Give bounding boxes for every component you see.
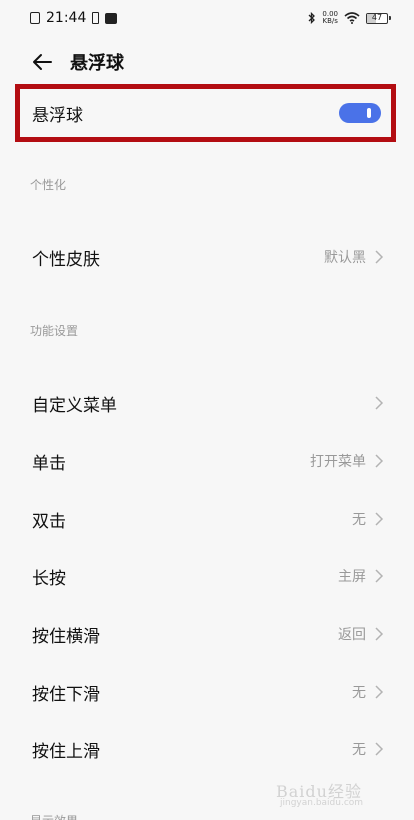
status-bar: 21:44 0.00 KB/s 47 bbox=[0, 0, 414, 36]
row-hold-swipe-horizontal-value: 返回 bbox=[338, 627, 366, 643]
toggle-knob bbox=[367, 108, 371, 118]
row-hold-swipe-down[interactable]: 按住下滑 无 bbox=[0, 669, 414, 715]
row-hold-swipe-down-value: 无 bbox=[352, 685, 366, 701]
back-arrow-icon[interactable] bbox=[30, 50, 54, 74]
page-header: 悬浮球 bbox=[0, 40, 414, 84]
row-hold-swipe-up-value: 无 bbox=[352, 742, 366, 758]
row-double-tap[interactable]: 双击 无 bbox=[0, 496, 414, 542]
watermark-sub: jingyan.baidu.com bbox=[280, 798, 364, 808]
row-skin[interactable]: 个性皮肤 默认黑 bbox=[0, 234, 414, 280]
row-long-press[interactable]: 长按 主屏 bbox=[0, 553, 414, 599]
chevron-right-icon bbox=[374, 454, 384, 468]
row-single-tap-label: 单击 bbox=[32, 453, 66, 474]
row-long-press-right: 主屏 bbox=[338, 566, 384, 586]
chevron-right-icon bbox=[374, 512, 384, 526]
status-time: 21:44 bbox=[46, 10, 87, 26]
row-double-tap-label: 双击 bbox=[32, 511, 66, 532]
float-ball-toggle-row[interactable]: 悬浮球 bbox=[15, 84, 396, 142]
row-single-tap[interactable]: 单击 打开菜单 bbox=[0, 438, 414, 484]
row-skin-label: 个性皮肤 bbox=[32, 249, 100, 270]
chevron-right-icon bbox=[374, 627, 384, 641]
row-single-tap-value: 打开菜单 bbox=[310, 454, 366, 470]
chevron-right-icon bbox=[374, 569, 384, 583]
row-custom-menu[interactable]: 自定义菜单 bbox=[0, 380, 414, 426]
row-long-press-label: 长按 bbox=[32, 568, 66, 589]
row-hold-swipe-up-label: 按住上滑 bbox=[32, 741, 100, 762]
section-title-display: 显示效果 bbox=[30, 812, 78, 820]
row-long-press-value: 主屏 bbox=[338, 569, 366, 585]
sim-icon bbox=[92, 12, 100, 24]
row-hold-swipe-down-right: 无 bbox=[352, 682, 384, 702]
row-double-tap-value: 无 bbox=[352, 512, 366, 528]
mail-icon bbox=[105, 12, 118, 24]
row-single-tap-right: 打开菜单 bbox=[310, 451, 384, 471]
battery-level: 47 bbox=[371, 12, 383, 22]
row-hold-swipe-horizontal-label: 按住横滑 bbox=[32, 626, 100, 647]
chevron-right-icon bbox=[374, 396, 384, 410]
photo-icon bbox=[30, 12, 40, 24]
baidu-watermark: Baidu经验 jingyan.baidu.com bbox=[276, 764, 396, 808]
chevron-right-icon bbox=[374, 685, 384, 699]
settings-page: 21:44 0.00 KB/s 47 悬浮球 悬浮球 个性化 个性皮肤 默认黑 … bbox=[0, 0, 414, 820]
chevron-right-icon bbox=[374, 742, 384, 756]
net-speed-unit: KB/s bbox=[322, 17, 338, 25]
bluetooth-icon bbox=[308, 12, 316, 24]
row-hold-swipe-up-right: 无 bbox=[352, 739, 384, 759]
section-title-personalize: 个性化 bbox=[30, 178, 67, 192]
status-bar-left: 21:44 bbox=[30, 10, 118, 26]
status-bar-right: 0.00 KB/s 47 bbox=[308, 11, 391, 25]
chevron-right-icon bbox=[374, 250, 384, 264]
row-skin-value: 默认黑 bbox=[324, 250, 366, 266]
row-custom-menu-label: 自定义菜单 bbox=[32, 395, 117, 416]
row-hold-swipe-horizontal[interactable]: 按住横滑 返回 bbox=[0, 611, 414, 657]
row-double-tap-right: 无 bbox=[352, 509, 384, 529]
wifi-icon bbox=[344, 12, 360, 24]
row-custom-menu-right bbox=[366, 396, 384, 410]
float-ball-label: 悬浮球 bbox=[32, 105, 83, 126]
float-ball-toggle[interactable] bbox=[339, 103, 381, 123]
section-title-functions: 功能设置 bbox=[30, 324, 79, 338]
page-title: 悬浮球 bbox=[70, 53, 124, 74]
row-hold-swipe-down-label: 按住下滑 bbox=[32, 684, 100, 705]
battery-icon: 47 bbox=[366, 12, 391, 24]
row-skin-right: 默认黑 bbox=[324, 247, 384, 267]
row-hold-swipe-horizontal-right: 返回 bbox=[338, 624, 384, 644]
net-speed: 0.00 KB/s bbox=[322, 11, 338, 25]
